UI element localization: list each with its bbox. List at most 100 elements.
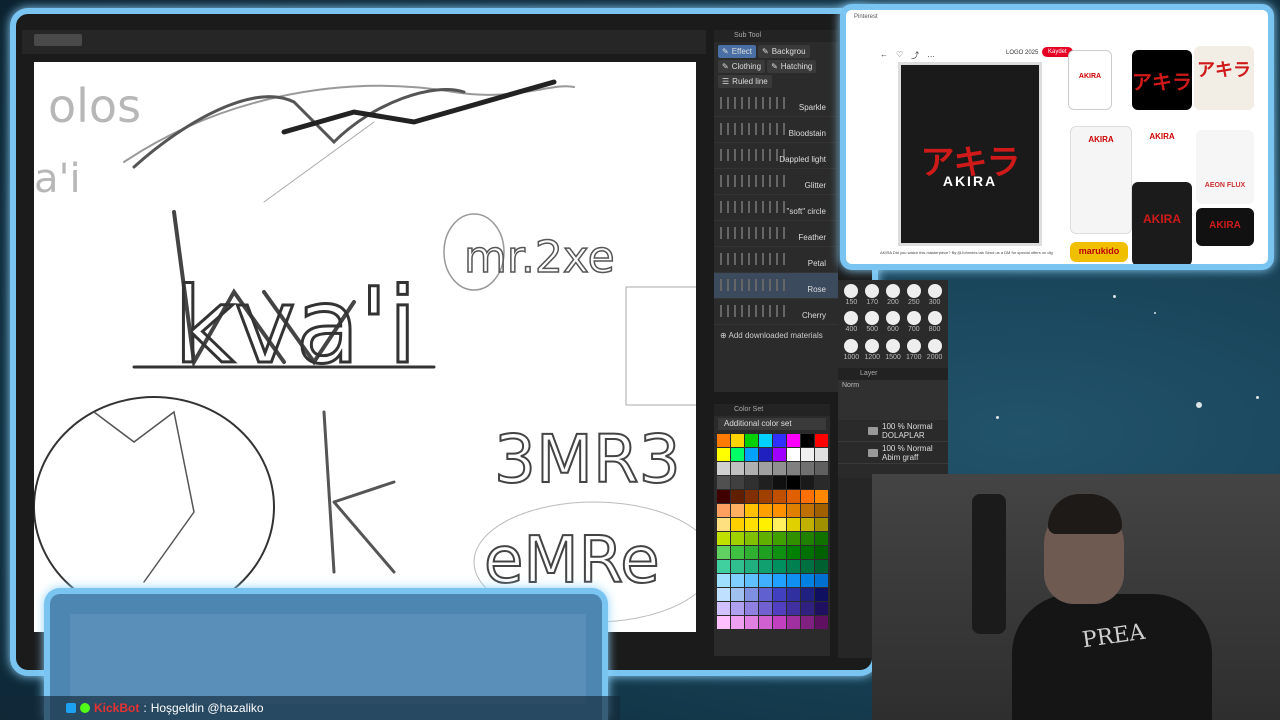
- color-swatch[interactable]: [815, 448, 828, 461]
- blend-mode-select[interactable]: Norm: [838, 380, 948, 391]
- color-swatch[interactable]: [759, 588, 772, 601]
- color-swatch[interactable]: [717, 504, 730, 517]
- color-swatch[interactable]: [759, 560, 772, 573]
- pin-thumb[interactable]: AKIRA: [1196, 208, 1254, 246]
- color-swatch[interactable]: [731, 462, 744, 475]
- color-swatch[interactable]: [731, 560, 744, 573]
- color-swatch[interactable]: [801, 588, 814, 601]
- color-swatch[interactable]: [773, 434, 786, 447]
- color-swatch[interactable]: [773, 546, 786, 559]
- color-swatch[interactable]: [815, 574, 828, 587]
- color-swatch[interactable]: [801, 546, 814, 559]
- color-swatch[interactable]: [773, 490, 786, 503]
- color-swatch[interactable]: [731, 434, 744, 447]
- color-swatch[interactable]: [773, 462, 786, 475]
- color-swatch[interactable]: [787, 518, 800, 531]
- main-pin-image[interactable]: アキラ AKIRA: [898, 62, 1042, 246]
- color-swatch[interactable]: [745, 560, 758, 573]
- color-swatch[interactable]: [745, 476, 758, 489]
- color-swatch[interactable]: [759, 602, 772, 615]
- color-swatch[interactable]: [787, 462, 800, 475]
- color-swatch[interactable]: [815, 476, 828, 489]
- pin-thumb[interactable]: アキラ: [1194, 46, 1254, 110]
- add-materials-button[interactable]: ⊕ Add downloaded materials: [714, 325, 838, 346]
- pin-thumb[interactable]: marukido: [1070, 242, 1128, 262]
- color-swatch[interactable]: [759, 532, 772, 545]
- color-swatch[interactable]: [717, 532, 730, 545]
- color-swatch[interactable]: [759, 476, 772, 489]
- color-swatch[interactable]: [745, 518, 758, 531]
- color-swatch[interactable]: [815, 434, 828, 447]
- color-swatch[interactable]: [731, 616, 744, 629]
- color-swatch[interactable]: [773, 574, 786, 587]
- brush-item[interactable]: Bloodstain: [714, 117, 838, 143]
- board-select[interactable]: LOGO 2025: [1006, 50, 1038, 56]
- brush-size-option[interactable]: 700: [904, 311, 923, 336]
- color-swatch[interactable]: [759, 546, 772, 559]
- color-swatch[interactable]: [787, 434, 800, 447]
- color-swatch[interactable]: [731, 574, 744, 587]
- color-swatch[interactable]: [773, 518, 786, 531]
- brush-size-option[interactable]: 600: [884, 311, 903, 336]
- color-swatch[interactable]: [801, 602, 814, 615]
- color-swatch[interactable]: [773, 588, 786, 601]
- color-swatch[interactable]: [773, 532, 786, 545]
- color-swatch[interactable]: [745, 574, 758, 587]
- pin-thumb[interactable]: AKIRA: [1068, 50, 1112, 110]
- color-swatch[interactable]: [745, 616, 758, 629]
- color-swatch[interactable]: [815, 490, 828, 503]
- color-swatch[interactable]: [787, 602, 800, 615]
- color-swatch[interactable]: [717, 490, 730, 503]
- color-swatch[interactable]: [787, 560, 800, 573]
- color-swatch[interactable]: [745, 448, 758, 461]
- color-swatch[interactable]: [731, 504, 744, 517]
- color-swatch[interactable]: [815, 588, 828, 601]
- brush-size-option[interactable]: 1000: [842, 338, 861, 364]
- color-swatch[interactable]: [745, 462, 758, 475]
- brush-size-option[interactable]: 1200: [863, 338, 882, 364]
- color-swatch[interactable]: [773, 602, 786, 615]
- color-swatch[interactable]: [801, 574, 814, 587]
- color-swatch[interactable]: [759, 518, 772, 531]
- color-swatch[interactable]: [717, 588, 730, 601]
- brush-size-option[interactable]: 1500: [884, 338, 903, 364]
- color-swatch[interactable]: [759, 616, 772, 629]
- brush-size-option[interactable]: 170: [863, 284, 882, 309]
- color-swatch[interactable]: [787, 588, 800, 601]
- brush-item[interactable]: Dappled light: [714, 143, 838, 169]
- color-swatch[interactable]: [717, 616, 730, 629]
- color-swatch[interactable]: [815, 518, 828, 531]
- brush-item-selected[interactable]: Rose: [714, 273, 838, 299]
- color-swatch[interactable]: [731, 518, 744, 531]
- brush-item[interactable]: "soft" circle: [714, 195, 838, 221]
- color-swatch[interactable]: [773, 504, 786, 517]
- brush-size-option[interactable]: 250: [904, 284, 923, 309]
- color-swatch[interactable]: [731, 448, 744, 461]
- color-swatch[interactable]: [801, 560, 814, 573]
- pin-thumb[interactable]: アキラ: [1132, 50, 1192, 110]
- color-swatch[interactable]: [745, 602, 758, 615]
- color-swatch[interactable]: [731, 602, 744, 615]
- color-swatch[interactable]: [731, 476, 744, 489]
- layer-row[interactable]: 100 % Normal Abim graff: [838, 442, 948, 464]
- tab-clothing[interactable]: ✎ Clothing: [718, 60, 766, 73]
- color-swatch[interactable]: [773, 448, 786, 461]
- color-swatch[interactable]: [717, 448, 730, 461]
- color-swatch[interactable]: [801, 504, 814, 517]
- color-swatch[interactable]: [717, 462, 730, 475]
- back-icon[interactable]: ←: [880, 50, 888, 61]
- color-swatch[interactable]: [801, 462, 814, 475]
- brush-size-option[interactable]: 300: [925, 284, 944, 309]
- heart-icon[interactable]: ♡: [896, 50, 903, 61]
- color-swatch[interactable]: [787, 504, 800, 517]
- color-swatch[interactable]: [717, 560, 730, 573]
- color-swatch[interactable]: [787, 574, 800, 587]
- document-tab[interactable]: [34, 34, 82, 46]
- color-swatch[interactable]: [787, 532, 800, 545]
- brush-size-option[interactable]: 800: [925, 311, 944, 336]
- color-swatch[interactable]: [745, 532, 758, 545]
- brush-size-option[interactable]: 150: [842, 284, 861, 309]
- color-swatch[interactable]: [717, 546, 730, 559]
- color-swatch[interactable]: [773, 616, 786, 629]
- color-swatch[interactable]: [787, 490, 800, 503]
